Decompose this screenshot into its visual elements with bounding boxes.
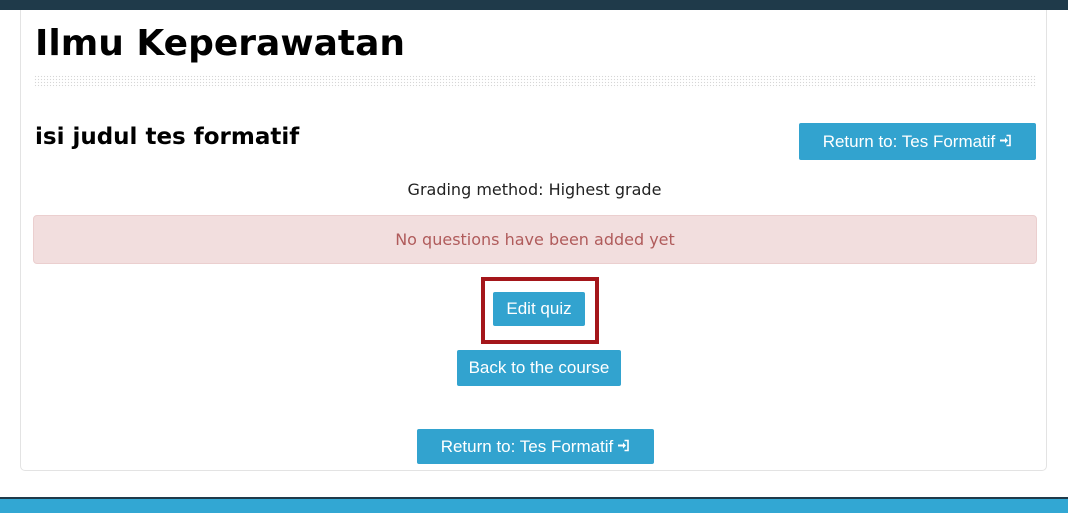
edit-quiz-button[interactable]: Edit quiz	[493, 292, 585, 326]
return-to-tes-formatif-button-top[interactable]: Return to: Tes Formatif	[799, 123, 1036, 160]
course-title: Ilmu Keperawatan	[35, 23, 406, 64]
alert-text: No questions have been added yet	[395, 230, 675, 249]
sign-in-icon	[617, 439, 630, 454]
return-button-label: Return to: Tes Formatif	[822, 131, 996, 151]
grading-method: Grading method: Highest grade	[407, 180, 662, 199]
dotted-separator	[34, 75, 1036, 88]
return-to-tes-formatif-button-bottom[interactable]: Return to: Tes Formatif	[417, 429, 654, 464]
no-questions-alert: No questions have been added yet	[33, 215, 1037, 264]
top-bar	[0, 0, 1068, 10]
quiz-title: isi judul tes formatif	[35, 124, 300, 150]
back-to-course-button[interactable]: Back to the course	[457, 350, 621, 386]
main-content-card: Ilmu Keperawatan isi judul tes formatif …	[20, 10, 1047, 471]
return-button-label: Return to: Tes Formatif	[440, 436, 614, 456]
footer-bar	[0, 497, 1068, 513]
sign-in-icon	[999, 134, 1012, 149]
